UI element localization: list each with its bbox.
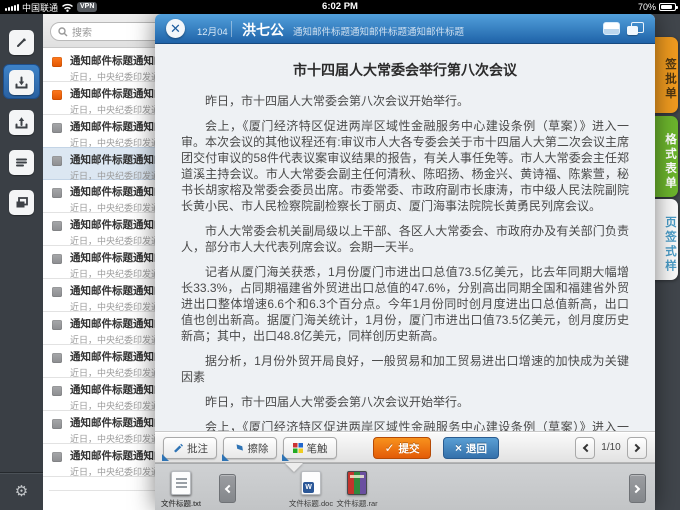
annotate-button[interactable]: 批注 — [163, 437, 217, 459]
modal-toolbar: 批注 擦除 笔触 ✓ 提交 × 退回 1/10 — [155, 432, 655, 463]
pencil-icon — [172, 443, 183, 454]
mail-badge — [52, 419, 62, 429]
file-icon — [171, 471, 191, 495]
mail-list-item[interactable]: 通知邮件标题通知邮件标题 近日，中央纪委印发通知， — [43, 82, 173, 115]
page-indicator: 1/10 — [597, 437, 625, 459]
app-screen: 中国联通 VPN 6:02 PM 70% ⚙ 手 — [0, 0, 680, 510]
eraser-icon — [232, 443, 244, 453]
file-icon — [301, 471, 321, 495]
dock-scroll-left[interactable] — [219, 474, 236, 503]
mail-badge — [52, 123, 62, 133]
mail-list-item[interactable]: 通知邮件标题通知邮件标题 近日，中央纪委印发通知， — [43, 115, 173, 148]
settings-gear-icon[interactable]: ⚙ — [0, 482, 43, 500]
document-body[interactable]: 市十四届人大常委会举行第八次会议 昨日，市十四届人大常委会第八次会议开始举行。会… — [155, 44, 655, 432]
mail-list-item[interactable]: 通知邮件标题通知邮件标题 近日，中央纪委印发通知， — [43, 378, 173, 411]
document-paragraph: 记者从厦门海关获悉，1月份厦门市进出口总值73.5亿美元，比去年同期大幅增长33… — [181, 264, 629, 344]
submit-button[interactable]: ✓ 提交 — [373, 437, 431, 459]
mail-badge — [52, 386, 62, 396]
mail-list-item[interactable]: 通知邮件标题通知邮件标题 近日，中央纪委印发通知， — [43, 444, 173, 477]
mail-list-panel: 搜索 通知邮件标题通知邮件标题 近日，中央纪委印发通知， 通知邮件标题通知邮件标… — [43, 14, 173, 510]
erase-button[interactable]: 擦除 — [223, 437, 277, 459]
attachment-item[interactable]: 文件标题.rar — [331, 471, 383, 509]
mail-badge — [52, 254, 62, 264]
side-tab-label: 页签式样 — [662, 216, 678, 274]
document-paragraph: 昨日，市十四届人大常委会第八次会议开始举行。 — [181, 394, 629, 410]
compose-icon[interactable] — [9, 30, 34, 55]
outbox-icon[interactable] — [9, 110, 34, 135]
return-button[interactable]: × 退回 — [443, 437, 499, 459]
inbox-icon[interactable] — [9, 70, 34, 95]
attachment-item[interactable]: 文件标题.doc — [285, 471, 337, 509]
left-nav-rail: ⚙ — [0, 14, 43, 510]
mail-list-item[interactable]: 通知邮件标题通知邮件标题 近日，中央纪委印发通知， — [43, 345, 173, 378]
attachment-item[interactable]: 文件标题.txt — [155, 471, 207, 509]
document-paragraph: 会上，《厦门经济特区促进两岸区域性金融服务中心建设条例（草案）》进入一审。本次会… — [181, 419, 629, 432]
mail-list: 通知邮件标题通知邮件标题 近日，中央纪委印发通知， 通知邮件标题通知邮件标题 近… — [43, 49, 173, 477]
mail-sender: 洪七公 — [242, 20, 284, 40]
mail-list-item[interactable]: 通知邮件标题通知邮件标题 近日，中央纪委印发通知， — [43, 213, 173, 246]
header-divider — [231, 21, 232, 37]
mail-badge — [52, 90, 62, 100]
mail-list-item[interactable]: 通知邮件标题通知邮件标题 近日，中央纪委印发通知， — [43, 411, 173, 444]
x-icon: × — [455, 441, 462, 455]
dock-scroll-right[interactable] — [629, 474, 646, 503]
attachments-dock: 文件标题.doc 文件标题.rar 文件标题.txt 文件标题.txt — [155, 463, 655, 510]
document-paragraph: 会上，《厦门经济特区促进两岸区域性金融服务中心建设条例（草案）》进入一审。本次会… — [181, 118, 629, 214]
folders-icon[interactable] — [9, 190, 34, 215]
mail-list-item[interactable]: 通知邮件标题通知邮件标题 近日，中央纪委印发通知， — [43, 147, 173, 180]
search-placeholder: 搜索 — [72, 24, 92, 39]
return-label: 退回 — [466, 441, 487, 456]
side-tab-label: 签批单 — [662, 58, 678, 102]
rail-divider — [0, 472, 43, 473]
mail-badge — [52, 57, 62, 67]
file-name: 文件标题.doc — [285, 498, 337, 509]
mail-badge — [52, 320, 62, 330]
close-icon[interactable]: ✕ — [166, 19, 185, 38]
toolbar-pointer — [285, 463, 303, 472]
mail-badge — [52, 156, 62, 166]
file-icon — [347, 471, 367, 495]
modal-header: ✕ 12月04 洪七公 通知邮件标题通知邮件标题通知邮件标题 — [155, 14, 655, 44]
document-paragraph: 据分析，1月份外贸开局良好，一般贸易和加工贸易进出口增速的加快成为关键因素 — [181, 353, 629, 385]
search-icon — [58, 27, 68, 37]
file-name: 文件标题.txt — [155, 498, 207, 509]
collapse-icon[interactable] — [603, 22, 620, 35]
submit-label: 提交 — [399, 441, 420, 456]
clock: 6:02 PM — [0, 0, 680, 14]
document-paragraph: 昨日，市十四届人大常委会第八次会议开始举行。 — [181, 93, 629, 109]
mail-list-item[interactable]: 通知邮件标题通知邮件标题 近日，中央纪委印发通知， — [43, 49, 173, 82]
mail-document-modal: ✕ 12月04 洪七公 通知邮件标题通知邮件标题通知邮件标题 市十四届人大常委会… — [155, 14, 655, 510]
mail-badge — [52, 221, 62, 231]
search-bar-area: 搜索 — [43, 14, 173, 48]
check-icon: ✓ — [384, 441, 394, 455]
side-tab-label: 格式表单 — [662, 133, 678, 191]
annotate-label: 批注 — [187, 441, 208, 456]
file-name: 文件标题.rar — [331, 498, 383, 509]
mail-list-item[interactable]: 通知邮件标题通知邮件标题 近日，中央纪委印发通知， — [43, 312, 173, 345]
mail-date: 12月04 — [197, 24, 228, 38]
battery-icon — [659, 3, 676, 11]
mail-badge — [52, 188, 62, 198]
brush-label: 笔触 — [307, 441, 328, 456]
mail-list-item[interactable]: 通知邮件标题通知邮件标题 近日，中央纪委印发通知， — [43, 180, 173, 213]
windows-cascade-icon[interactable] — [627, 22, 644, 35]
brush-button[interactable]: 笔触 — [283, 437, 337, 459]
erase-label: 擦除 — [248, 441, 269, 456]
battery-percent: 70% — [638, 2, 656, 12]
mail-list-item[interactable]: 通知邮件标题通知邮件标题 近日，中央纪委印发通知， — [43, 246, 173, 279]
document-title: 市十四届人大常委会举行第八次会议 — [181, 60, 629, 80]
document-paragraph: 市人大常委会机关副局级以上干部、各区人大常委会、市政府办及有关部门负责人，部分市… — [181, 223, 629, 255]
color-palette-icon — [293, 443, 303, 453]
next-page-button[interactable] — [627, 437, 647, 459]
mail-list-item[interactable]: 通知邮件标题通知邮件标题 近日，中央纪委印发通知， — [43, 279, 173, 312]
forms-icon[interactable] — [9, 150, 34, 175]
prev-page-button[interactable] — [575, 437, 595, 459]
mail-badge — [52, 353, 62, 363]
mail-badge — [52, 452, 62, 462]
status-bar: 中国联通 VPN 6:02 PM 70% — [0, 0, 680, 14]
mail-badge — [52, 287, 62, 297]
mail-subject: 通知邮件标题通知邮件标题通知邮件标题 — [293, 24, 603, 38]
